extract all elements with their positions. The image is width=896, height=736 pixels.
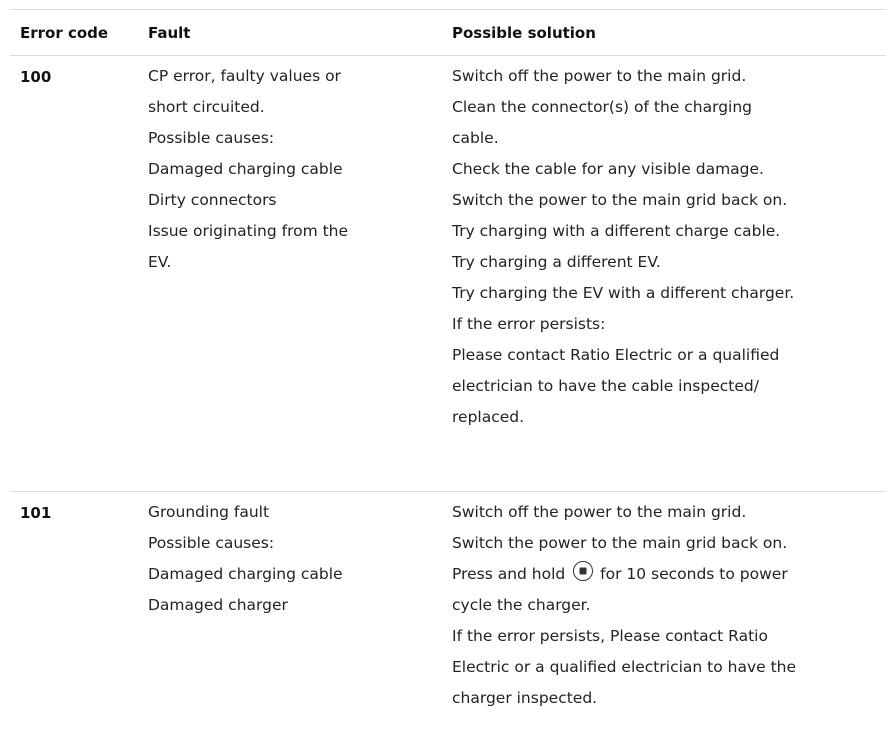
error-code: 100 <box>20 68 52 86</box>
solution-line: If the error persists: <box>452 315 606 333</box>
solution-line: Electric or a qualified electrician to h… <box>452 658 797 676</box>
solution-line: Switch the power to the main grid back o… <box>452 191 788 209</box>
solution-line: Switch off the power to the main grid. <box>452 503 747 521</box>
solution-line: Press and hold for 10 seconds to power <box>452 559 886 590</box>
fault-line: EV. <box>148 253 172 271</box>
solution-text-after-icon: for 10 seconds to power <box>600 565 788 583</box>
solution-line: Switch the power to the main grid back o… <box>452 534 788 552</box>
fault-cell: CP error, faulty values or short circuit… <box>148 61 452 278</box>
solution-line: If the error persists, Please contact Ra… <box>452 627 768 645</box>
solution-line: Clean the connector(s) of the charging <box>452 98 753 116</box>
solution-line: Please contact Ratio Electric or a quali… <box>452 346 780 364</box>
solution-line: replaced. <box>452 408 525 426</box>
header-fault: Fault <box>148 23 191 42</box>
error-code: 101 <box>20 504 52 522</box>
solution-line: electrician to have the cable inspected/ <box>452 377 759 395</box>
error-code-table: Error code Fault Possible solution 100 C… <box>10 9 886 736</box>
solution-line: cable. <box>452 129 499 147</box>
fault-line: short circuited. <box>148 98 265 116</box>
header-possible-solution: Possible solution <box>452 23 596 42</box>
solution-line: Check the cable for any visible damage. <box>452 160 764 178</box>
solution-cell: Switch off the power to the main grid. S… <box>452 497 886 714</box>
solution-line: Switch off the power to the main grid. <box>452 67 747 85</box>
solution-line: cycle the charger. <box>452 596 591 614</box>
solution-line: Try charging with a different charge cab… <box>452 222 781 240</box>
fault-line: Possible causes: <box>148 129 275 147</box>
solution-text-before-icon: Press and hold <box>452 565 566 583</box>
solution-line: Try charging the EV with a different cha… <box>452 284 795 302</box>
fault-cell: Grounding fault Possible causes: Damaged… <box>148 497 452 621</box>
header-error-code: Error code <box>20 23 109 42</box>
solution-line: Try charging a different EV. <box>452 253 661 271</box>
fault-line: Possible causes: <box>148 534 275 552</box>
table-row: 100 CP error, faulty values or short cir… <box>10 56 886 492</box>
fault-line: Damaged charging cable <box>148 565 343 583</box>
fault-line: Issue originating from the <box>148 222 349 240</box>
solution-cell: Switch off the power to the main grid. C… <box>452 61 886 433</box>
solution-line: charger inspected. <box>452 689 598 707</box>
table-header: Error code Fault Possible solution <box>10 10 886 56</box>
table-row: 101 Grounding fault Possible causes: Dam… <box>10 492 886 736</box>
fault-line: Damaged charging cable <box>148 160 343 178</box>
power-button-icon <box>573 561 594 581</box>
fault-line: Damaged charger <box>148 596 288 614</box>
fault-line: Grounding fault <box>148 503 270 521</box>
fault-line: Dirty connectors <box>148 191 277 209</box>
fault-line: CP error, faulty values or <box>148 67 341 85</box>
